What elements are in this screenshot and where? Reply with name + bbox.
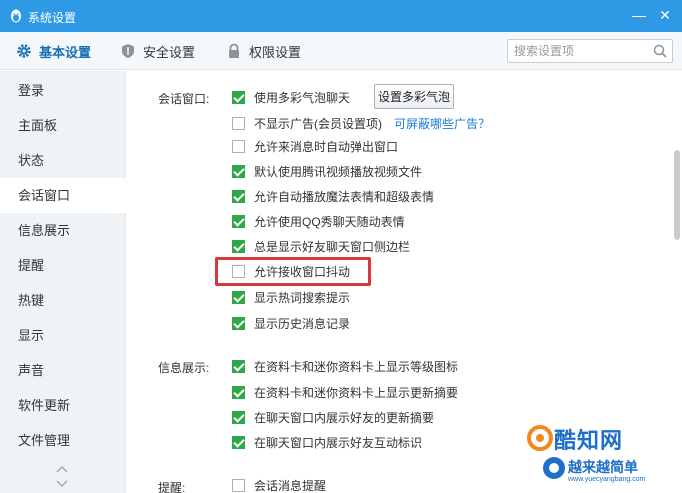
lock-icon [229, 43, 239, 58]
watermark-badge-icon [543, 457, 565, 479]
tab-permission-settings[interactable]: 权限设置 [226, 32, 301, 70]
section-label-info: 信息展示: [158, 361, 210, 375]
watermark-url: www.yuecyangbang.com [568, 476, 646, 483]
option-label: 会话消息提醒 [254, 478, 327, 493]
sidebar-item-status[interactable]: 状态 [0, 143, 126, 178]
sidebar-item-main-panel[interactable]: 主面板 [0, 108, 126, 143]
sidebar-item-info-display[interactable]: 信息展示 [0, 213, 126, 248]
settings-tabbar: 基本设置 安全设置 权限设置 [0, 32, 682, 70]
checkbox[interactable] [232, 139, 245, 153]
option-friend-updates[interactable]: 在聊天窗口内展示好友的更新摘要 [232, 408, 434, 426]
sidebar-item-reminder[interactable]: 提醒 [0, 248, 126, 283]
scrollbar-thumb[interactable] [674, 150, 680, 240]
checkbox[interactable] [232, 316, 245, 330]
checkbox[interactable] [232, 385, 245, 399]
checkbox[interactable] [232, 410, 245, 424]
option-interaction-marks[interactable]: 在聊天窗口内展示好友互动标识 [232, 433, 422, 451]
checkbox[interactable] [232, 478, 245, 492]
option-qq-show-emoticons[interactable]: 允许使用QQ秀聊天随动表情 [232, 212, 405, 230]
option-level-icon[interactable]: 在资料卡和迷你资料卡上显示等级图标 [232, 357, 458, 375]
option-label: 在聊天窗口内展示好友的更新摘要 [254, 410, 435, 425]
option-label: 使用多彩气泡聊天 [254, 90, 351, 105]
close-button[interactable]: ✕ [656, 6, 674, 24]
checkbox[interactable] [232, 189, 245, 203]
option-label: 允许来消息时自动弹出窗口 [254, 139, 399, 154]
option-label: 总是显示好友聊天窗口侧边栏 [254, 239, 411, 254]
settings-sidebar: 登录 主面板 状态 会话窗口 信息展示 提醒 热键 显示 声音 软件更新 文件管… [0, 71, 127, 493]
option-hot-search[interactable]: 显示热词搜索提示 [232, 288, 350, 306]
option-auto-popup[interactable]: 允许来消息时自动弹出窗口 [232, 137, 398, 155]
option-label: 在聊天窗口内展示好友互动标识 [254, 435, 423, 450]
chevron-down-icon[interactable] [55, 479, 69, 489]
section-label-session: 会话窗口: [158, 92, 210, 106]
option-label: 不显示广告(会员设置项) [254, 116, 382, 131]
sidebar-item-sound[interactable]: 声音 [0, 353, 126, 388]
option-label: 允许自动播放魔法表情和超级表情 [254, 189, 435, 204]
title-bar: 系统设置 — ✕ [0, 0, 682, 32]
which-ads-link[interactable]: 可屏蔽哪些广告？ [394, 115, 490, 132]
option-update-summary[interactable]: 在资料卡和迷你资料卡上显示更新摘要 [232, 383, 458, 401]
checkbox[interactable] [232, 290, 245, 304]
watermark: 酷知网 越来越简单 www.yuecyangbang.com [520, 420, 682, 493]
option-label: 显示热词搜索提示 [254, 290, 351, 305]
option-label: 显示历史消息记录 [254, 316, 351, 331]
window-title: 系统设置 [28, 11, 77, 25]
tab-label: 基本设置 [39, 44, 92, 60]
qq-penguin-icon [11, 9, 21, 23]
option-message-reminder[interactable]: 会话消息提醒 [232, 476, 326, 493]
option-label: 在资料卡和迷你资料卡上显示等级图标 [254, 359, 459, 374]
tab-security-settings[interactable]: 安全设置 [120, 32, 195, 70]
watermark-title: 酷知网 [554, 428, 624, 453]
gear-icon [17, 44, 31, 58]
highlight-box [215, 257, 371, 286]
sidebar-item-display[interactable]: 显示 [0, 318, 126, 353]
tab-label: 权限设置 [249, 44, 302, 60]
checkbox[interactable] [232, 359, 245, 373]
search-box[interactable] [507, 39, 673, 63]
option-label: 默认使用腾讯视频播放视频文件 [254, 164, 423, 179]
checkbox[interactable] [232, 164, 245, 178]
checkbox[interactable] [232, 214, 245, 228]
option-hide-ads[interactable]: 不显示广告(会员设置项) 可屏蔽哪些广告？ [232, 114, 490, 132]
section-label-remind: 提醒: [158, 481, 186, 493]
shield-icon [122, 44, 134, 58]
option-label: 在资料卡和迷你资料卡上显示更新摘要 [254, 385, 459, 400]
watermark-slogan: 越来越简单 [568, 459, 638, 475]
tab-label: 安全设置 [143, 44, 196, 60]
chevron-up-icon[interactable] [55, 464, 69, 474]
minimize-button[interactable]: — [630, 6, 648, 24]
option-magic-emoticons[interactable]: 允许自动播放魔法表情和超级表情 [232, 187, 434, 205]
option-tencent-video[interactable]: 默认使用腾讯视频播放视频文件 [232, 162, 422, 180]
tab-basic-settings[interactable]: 基本设置 [16, 32, 91, 70]
option-history[interactable]: 显示历史消息记录 [232, 314, 350, 332]
checkbox[interactable] [232, 239, 245, 253]
sidebar-item-session-window[interactable]: 会话窗口 [0, 178, 127, 213]
sidebar-item-software-update[interactable]: 软件更新 [0, 388, 126, 423]
option-label: 允许使用QQ秀聊天随动表情 [254, 214, 405, 229]
search-icon[interactable] [652, 43, 668, 59]
option-show-sidebar[interactable]: 总是显示好友聊天窗口侧边栏 [232, 237, 410, 255]
checkbox[interactable] [232, 435, 245, 449]
checkbox[interactable] [232, 116, 245, 130]
set-colorful-bubble-button[interactable]: 设置多彩气泡 [374, 84, 454, 109]
sidebar-item-hotkey[interactable]: 热键 [0, 283, 126, 318]
sidebar-item-login[interactable]: 登录 [0, 73, 126, 108]
option-colorful-bubble[interactable]: 使用多彩气泡聊天 [232, 88, 350, 106]
checkbox[interactable] [232, 90, 245, 104]
search-input[interactable] [514, 43, 644, 59]
watermark-logo-icon [527, 425, 553, 451]
sidebar-item-file-management[interactable]: 文件管理 [0, 423, 126, 458]
